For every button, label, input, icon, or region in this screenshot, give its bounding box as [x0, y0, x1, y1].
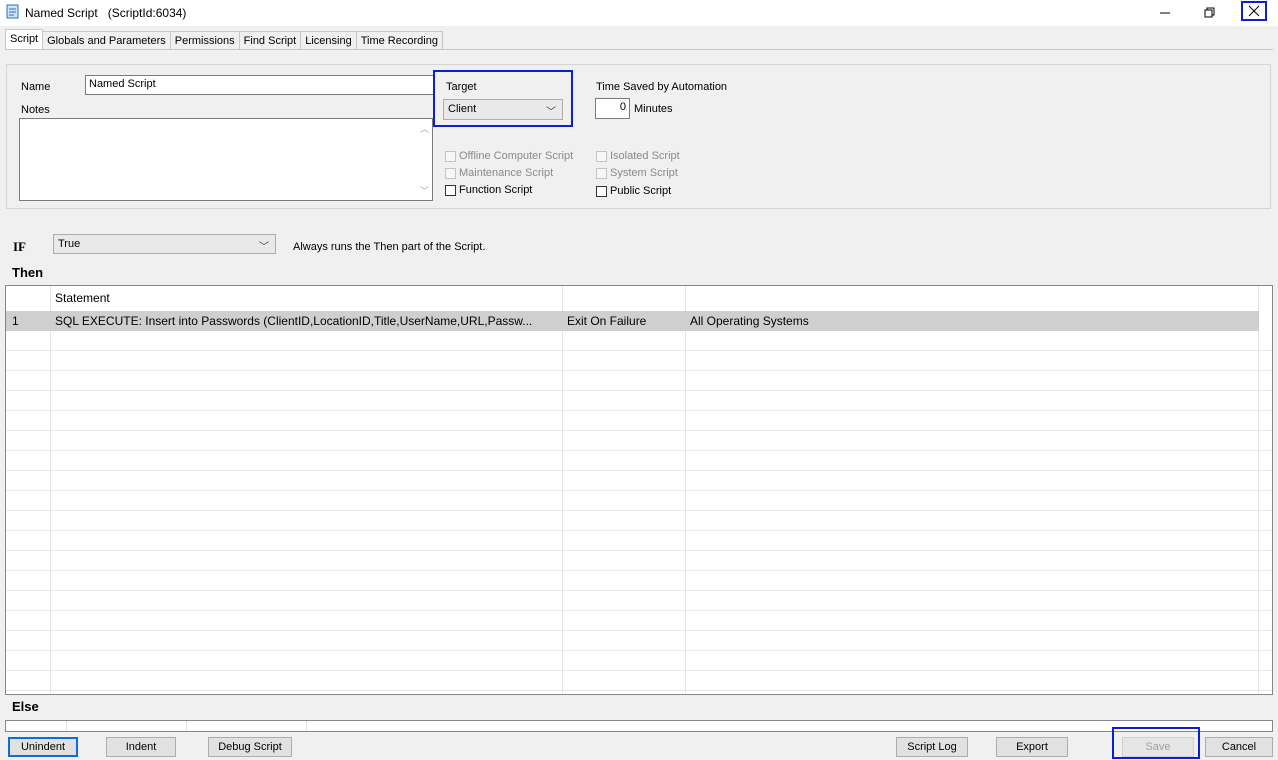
column-divider [186, 721, 187, 731]
time-saved-label: Time Saved by Automation [596, 81, 728, 93]
name-field[interactable]: Named Script [85, 75, 434, 95]
scroll-up-icon[interactable]: ︿ [420, 122, 429, 135]
grid-header: Statement [6, 286, 1272, 308]
unindent-button[interactable]: Unindent [8, 737, 78, 757]
checkbox-box [445, 150, 456, 162]
title-bar: Named Script (ScriptId:6034) [0, 0, 1278, 26]
table-row[interactable]: 1 SQL EXECUTE: Insert into Passwords (Cl… [6, 311, 1259, 331]
isolated-script-label: Isolated Script [610, 150, 680, 162]
name-label: Name [21, 81, 51, 93]
column-divider [6, 286, 51, 694]
if-condition-value: True [58, 238, 81, 250]
checkbox-box[interactable] [596, 185, 607, 197]
else-label: Else [12, 699, 39, 714]
tab-find-script[interactable]: Find Script [238, 31, 302, 49]
close-icon[interactable] [1241, 1, 1267, 21]
system-script-checkbox: System Script [596, 167, 678, 179]
row-statement: SQL EXECUTE: Insert into Passwords (Clie… [55, 314, 533, 328]
tab-globals-and-parameters[interactable]: Globals and Parameters [42, 31, 171, 49]
then-label: Then [12, 265, 44, 280]
tab-panel-border [5, 49, 1273, 50]
minutes-label: Minutes [634, 103, 673, 115]
system-script-label: System Script [610, 167, 678, 179]
chevron-down-icon: ﹀ [259, 242, 269, 253]
row-number: 1 [12, 314, 19, 328]
checkbox-box [596, 167, 607, 179]
if-condition-dropdown[interactable]: True ﹀ [53, 234, 276, 254]
else-statements-grid[interactable] [5, 720, 1273, 732]
window-script-id: (ScriptId:6034) [107, 6, 187, 20]
indent-button[interactable]: Indent [106, 737, 176, 757]
tab-strip: Script Globals and Parameters Permissions F… [5, 29, 443, 49]
tab-time-recording[interactable]: Time Recording [355, 31, 443, 49]
maintenance-label: Maintenance Script [459, 167, 554, 179]
function-script-label: Function Script [459, 184, 533, 196]
notes-textarea[interactable] [19, 118, 433, 201]
script-icon [5, 4, 21, 20]
public-script-checkbox[interactable]: Public Script [596, 185, 671, 197]
export-button[interactable]: Export [996, 737, 1068, 757]
tab-permissions[interactable]: Permissions [169, 31, 240, 49]
column-divider [51, 286, 563, 694]
restore-icon[interactable] [1190, 0, 1230, 26]
tab-licensing[interactable]: Licensing [300, 31, 357, 49]
notes-label: Notes [21, 104, 50, 116]
target-highlight [433, 70, 573, 127]
checkbox-box [445, 167, 456, 179]
scroll-down-icon[interactable]: ﹀ [420, 184, 429, 197]
offline-computer-label: Offline Computer Script [459, 150, 574, 162]
time-saved-field[interactable]: 0 [595, 98, 630, 119]
checkbox-box [596, 150, 607, 162]
row-os: All Operating Systems [690, 314, 809, 328]
function-script-checkbox[interactable]: Function Script [445, 184, 532, 196]
minimize-icon[interactable] [1145, 0, 1185, 26]
column-divider [66, 721, 67, 731]
window-title: Named Script (ScriptId:6034) [25, 6, 186, 20]
cancel-button[interactable]: Cancel [1205, 737, 1273, 757]
window-title-name: Named Script [25, 6, 98, 20]
notes-scrollbar[interactable]: ︿ ﹀ [417, 120, 431, 199]
row-failure-action: Exit On Failure [567, 314, 647, 328]
save-highlight [1112, 727, 1200, 759]
script-log-button[interactable]: Script Log [896, 737, 968, 757]
offline-computer-checkbox: Offline Computer Script [445, 150, 573, 162]
column-divider [686, 286, 1259, 694]
maintenance-checkbox: Maintenance Script [445, 167, 553, 179]
column-divider [563, 286, 686, 694]
tab-script[interactable]: Script [5, 29, 44, 49]
debug-script-button[interactable]: Debug Script [208, 737, 292, 757]
column-divider [306, 721, 307, 731]
public-script-label: Public Script [610, 185, 672, 197]
isolated-script-checkbox: Isolated Script [596, 150, 680, 162]
statement-column-header[interactable]: Statement [55, 291, 110, 305]
checkbox-box[interactable] [445, 184, 456, 196]
if-description: Always runs the Then part of the Script. [293, 241, 486, 253]
if-label: IF [13, 239, 26, 254]
then-statements-grid[interactable]: Statement 1 SQL EXECUTE: Insert into Pas… [5, 285, 1273, 695]
